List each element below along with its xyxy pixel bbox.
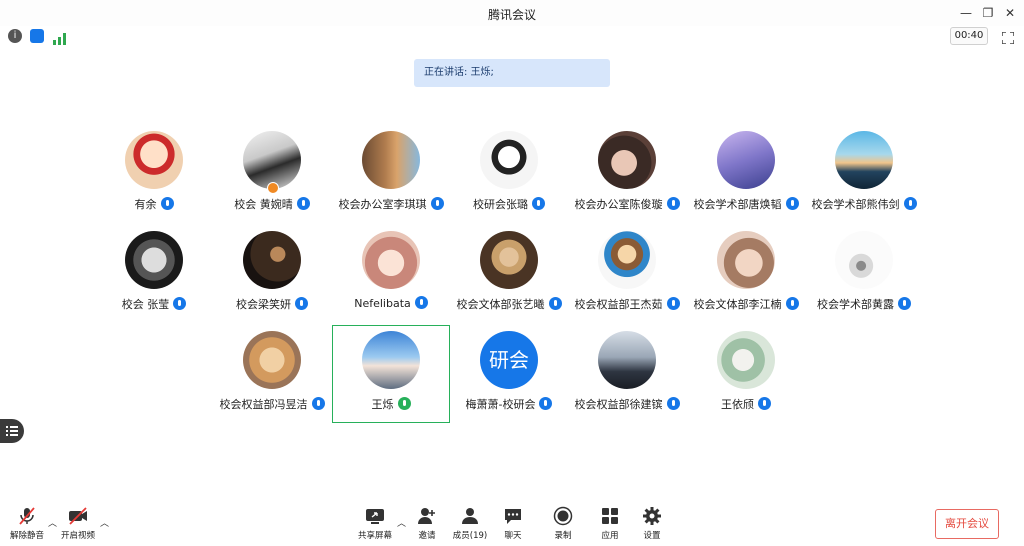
minimize-button[interactable]: —	[957, 4, 975, 22]
avatar	[480, 231, 538, 289]
mic-muted-icon	[17, 506, 37, 526]
members-label: 成员(19)	[452, 531, 488, 541]
speaking-indicator: 正在讲话: 王烁;	[414, 59, 610, 87]
leave-meeting-button[interactable]: 离开会议	[935, 509, 999, 539]
avatar	[717, 331, 775, 389]
participant-name: 有余	[134, 198, 157, 211]
avatar	[362, 331, 420, 389]
participant-name: 校会学术部唐焕韬	[693, 198, 782, 211]
fullscreen-icon[interactable]	[1001, 29, 1015, 45]
participant-tile[interactable]: 校会学术部熊伟剑	[805, 126, 923, 224]
window-title: 腾讯会议	[487, 8, 536, 22]
avatar	[598, 131, 656, 189]
avatar	[598, 231, 656, 289]
apps-button[interactable]: 应用	[590, 506, 630, 544]
start-video-label: 开启视频	[60, 531, 95, 541]
avatar	[598, 331, 656, 389]
avatar	[362, 131, 420, 189]
participant-name: 校会梁笑妍	[236, 298, 291, 311]
share-screen-label: 共享屏幕	[357, 531, 392, 541]
avatar	[362, 231, 420, 289]
avatar	[835, 131, 893, 189]
participant-name: 校会办公室陈俊璇	[574, 198, 663, 211]
members-icon	[460, 506, 480, 526]
record-icon	[553, 506, 573, 526]
video-options-chevron-icon[interactable]: ︿	[100, 516, 109, 529]
avatar	[717, 231, 775, 289]
unmute-button[interactable]: 解除静音	[7, 506, 47, 544]
avatar	[480, 131, 538, 189]
participant-name: Nefelibata	[354, 297, 411, 310]
participant-name: 校会 张莹	[121, 298, 170, 311]
participant-tile[interactable]: 王依颀	[687, 326, 805, 424]
avatar	[717, 131, 775, 189]
share-options-chevron-icon[interactable]: ︿	[397, 516, 406, 529]
mic-speaking-icon	[397, 397, 411, 410]
participant-name: 校会 黄婉晴	[234, 198, 293, 211]
bottom-toolbar: 解除静音 ︿ 开启视频 ︿ 共享屏幕 ︿ 邀请 成员(19) 聊天 录制 应用 …	[0, 500, 1024, 546]
share-screen-button[interactable]: 共享屏幕	[355, 506, 395, 544]
invite-button[interactable]: 邀请	[407, 506, 447, 544]
participant-name: 王依颀	[721, 398, 754, 411]
chat-icon	[503, 506, 523, 526]
mic-icon	[898, 297, 911, 310]
start-video-button[interactable]: 开启视频	[58, 506, 98, 544]
unmute-label: 解除静音	[9, 531, 44, 541]
avatar	[243, 231, 301, 289]
record-button[interactable]: 录制	[543, 506, 583, 544]
mic-icon	[758, 397, 771, 410]
participant-name: 校会学术部黄露	[817, 298, 894, 311]
camera-off-icon	[68, 506, 88, 526]
chat-label: 聊天	[504, 531, 522, 541]
participant-name: 校会学术部熊伟剑	[811, 198, 900, 211]
gear-icon	[642, 506, 662, 526]
participant-name: 校会权益部王杰茹	[574, 298, 663, 311]
chat-button[interactable]: 聊天	[493, 506, 533, 544]
avatar	[125, 231, 183, 289]
add-user-icon	[417, 506, 437, 526]
avatar	[835, 231, 893, 289]
participant-name: 校会权益部冯昱洁	[219, 398, 308, 411]
participant-name: 校会文体部张艺曦	[456, 298, 545, 311]
avatar	[125, 131, 183, 189]
participant-name: 校会权益部徐建镔	[574, 398, 663, 411]
participant-name: 校会文体部李江楠	[693, 298, 782, 311]
meeting-timer: 00:40	[950, 27, 988, 45]
record-label: 录制	[554, 531, 572, 541]
apps-label: 应用	[601, 531, 619, 541]
signal-icon[interactable]	[53, 30, 67, 45]
participant-list-toggle[interactable]	[0, 419, 24, 443]
invite-label: 邀请	[418, 531, 436, 541]
participant-name: 校会办公室李琪琪	[338, 198, 427, 211]
settings-label: 设置	[643, 531, 661, 541]
members-button[interactable]: 成员(19)	[450, 506, 490, 544]
audio-options-chevron-icon[interactable]: ︿	[48, 516, 57, 529]
shield-icon[interactable]	[30, 29, 44, 43]
mic-icon	[903, 197, 917, 210]
settings-button[interactable]: 设置	[632, 506, 672, 544]
participant-tile[interactable]: 校会学术部黄露	[805, 226, 923, 324]
participant-name: 王烁	[371, 398, 394, 411]
restore-button[interactable]: ❐	[979, 4, 997, 22]
info-icon[interactable]: i	[8, 29, 22, 43]
share-screen-icon	[365, 506, 385, 526]
avatar	[243, 331, 301, 389]
close-button[interactable]: ✕	[1001, 4, 1019, 22]
status-bar: i 00:40	[0, 26, 1024, 46]
mic-icon	[160, 197, 174, 210]
host-icon	[267, 182, 279, 194]
participant-name: 校研会张璐	[473, 198, 528, 211]
participant-name: 梅萧萧-校研会	[465, 398, 536, 411]
apps-icon	[600, 506, 620, 526]
title-bar: 腾讯会议 — ❐ ✕	[0, 0, 1024, 26]
avatar	[243, 131, 301, 189]
avatar: 研会	[480, 331, 538, 389]
